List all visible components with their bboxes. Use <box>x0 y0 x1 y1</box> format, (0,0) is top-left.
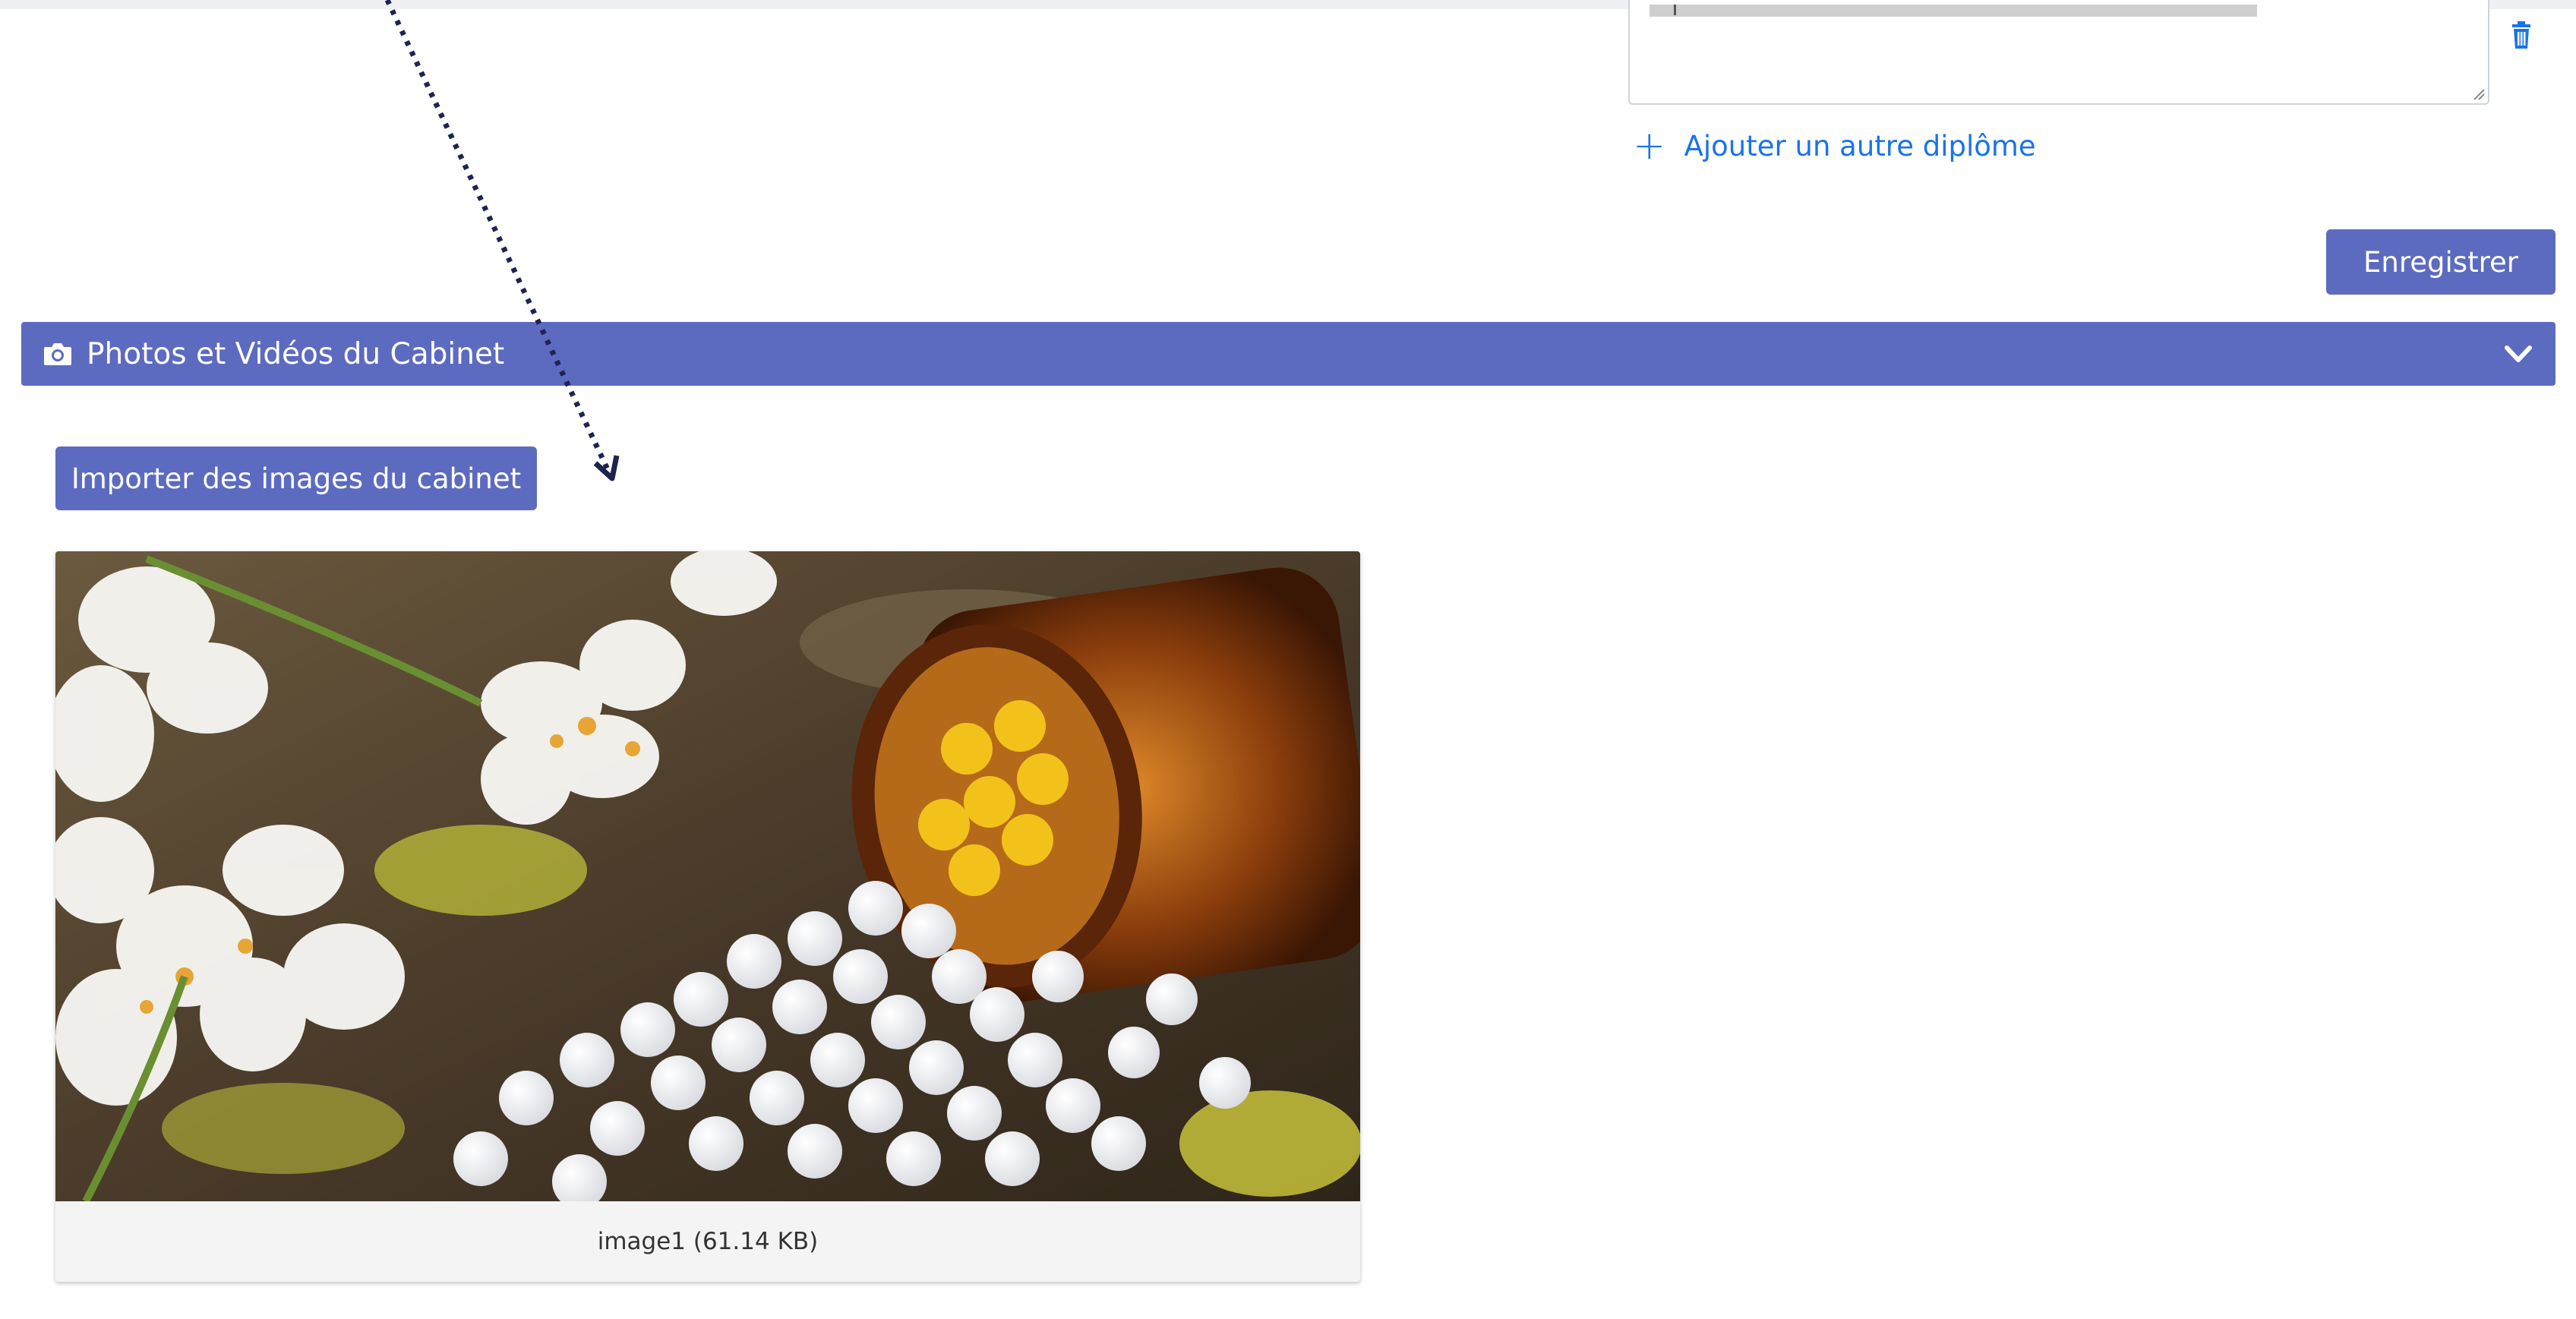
add-diploma-link[interactable]: + Ajouter un autre diplôme <box>1633 126 2036 166</box>
camera-icon <box>44 343 71 365</box>
diploma-textarea[interactable] <box>1628 0 2489 105</box>
trash-icon[interactable] <box>2508 20 2535 50</box>
save-button[interactable]: Enregistrer <box>2326 229 2555 295</box>
section-title: Photos et Vidéos du Cabinet <box>87 336 505 371</box>
plus-icon: + <box>1633 123 1666 169</box>
cabinet-photo-image[interactable] <box>55 551 1360 1201</box>
image-caption: image1 (61.14 KB) <box>597 1228 819 1255</box>
resize-grip-icon[interactable] <box>2471 87 2485 100</box>
chevron-down-icon[interactable] <box>2502 340 2534 368</box>
add-diploma-label: Ajouter un autre diplôme <box>1684 129 2036 163</box>
text-caret <box>1674 5 1676 15</box>
image-card: image1 (61.14 KB) <box>55 551 1360 1282</box>
textarea-selection <box>1649 5 2257 17</box>
import-images-button[interactable]: Importer des images du cabinet <box>55 447 537 510</box>
cabinet-media-section-header[interactable]: Photos et Vidéos du Cabinet <box>21 322 2555 386</box>
